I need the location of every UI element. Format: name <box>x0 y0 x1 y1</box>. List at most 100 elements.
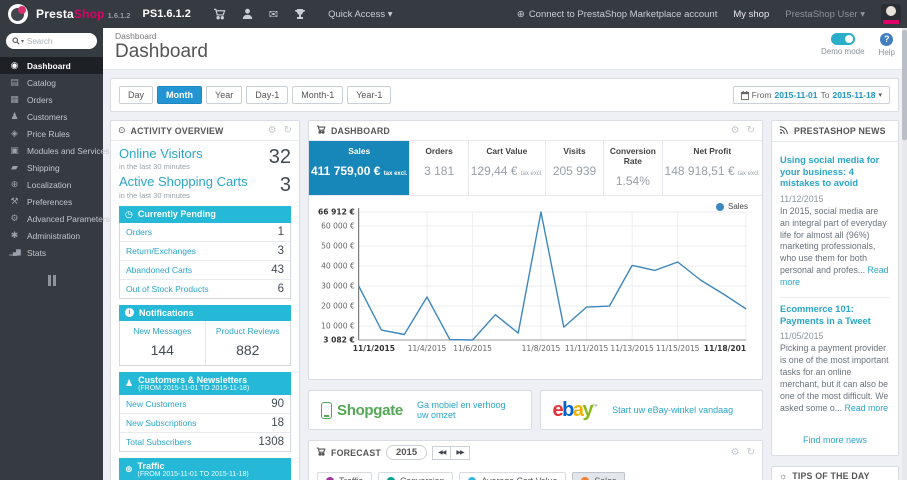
tags-icon: ◈ <box>11 128 18 138</box>
panel-settings-icon[interactable]: ⚙ <box>731 447 740 458</box>
panel-refresh-icon[interactable]: ↻ <box>747 447 755 458</box>
article-title[interactable]: Ecommerce 101: Payments in a Tweet <box>780 304 890 327</box>
sidebar-item-orders[interactable]: ▦ Orders <box>0 91 103 108</box>
kpi-tab-conversion-rate[interactable]: Conversion Rate 1.54% <box>604 141 663 195</box>
sidebar-item-localization[interactable]: ⊕ Localization <box>0 176 103 193</box>
sidebar-item-dashboard[interactable]: ◉ Dashboard <box>0 57 103 74</box>
sidebar: ▾ ◉Dashboard ▤Catalog ▦Orders ♟Customers… <box>0 28 110 480</box>
toggle-icon[interactable] <box>830 33 855 45</box>
find-more-news-link[interactable]: Find more news <box>772 429 898 455</box>
sidebar-item-modules[interactable]: ▣ Modules and Services <box>0 142 109 159</box>
kpi-tab-cart-value[interactable]: Cart Value 129,44 € tax excl. <box>469 141 546 195</box>
caret-down-icon: ▾ <box>878 92 882 99</box>
date-range-picker[interactable]: From 2015-11-01 To 2015-11-18 ▾ <box>732 86 890 104</box>
svg-text:30 000 €: 30 000 € <box>321 281 355 290</box>
legend-sales-button[interactable]: Sales <box>572 472 626 480</box>
forecast-year-pill[interactable]: 2015 <box>385 445 428 460</box>
svg-text:11/4/2015: 11/4/2015 <box>408 344 447 353</box>
panel-refresh-icon[interactable]: ↻ <box>747 125 755 136</box>
user-icon[interactable] <box>242 8 253 20</box>
cogs-icon: ⚙ <box>10 213 19 223</box>
modules-icon: ▣ <box>10 145 19 155</box>
user-avatar[interactable] <box>881 4 901 24</box>
traffic-header: ⊕ Traffic (FROM 2015-11-01 TO 2015-11-18) <box>119 457 291 480</box>
scrollbar-thumb[interactable] <box>902 30 907 140</box>
online-visitors-value: 32 <box>268 146 291 168</box>
sidebar-item-administration[interactable]: ✱ Administration <box>0 227 103 244</box>
sidebar-collapse-button[interactable] <box>45 275 59 286</box>
sidebar-item-stats[interactable]: ▁▄▇ Stats <box>0 244 103 261</box>
marketplace-connect-link[interactable]: ⊕ Connect to PrestaShop Marketplace accou… <box>517 9 718 20</box>
topbar: PrestaShop 1.6.1.2 PS1.6.1.2 ✉ Quick Acce… <box>0 0 907 28</box>
messages-icon[interactable]: ✉ <box>269 8 278 21</box>
filter-day-button[interactable]: Day <box>119 86 154 104</box>
search-scope-caret-icon[interactable]: ▾ <box>21 38 24 45</box>
panel-settings-icon[interactable]: ⚙ <box>731 125 740 136</box>
search-input[interactable] <box>27 36 91 46</box>
legend-conversion-button[interactable]: Conversion <box>377 472 454 480</box>
svg-text:11/6/2015: 11/6/2015 <box>453 344 492 353</box>
news-article: Ecommerce 101: Payments in a Tweet 11/05… <box>780 296 890 422</box>
kpi-tab-sales[interactable]: Sales 411 759,00 € tax excl. <box>309 141 411 195</box>
kpi-tab-net-profit[interactable]: Net Profit 148 918,51 € tax excl. <box>663 141 762 195</box>
shopgate-promo-link[interactable]: Ga mobiel en verhoog uw omzet <box>417 400 519 420</box>
filter-day-1-button[interactable]: Day-1 <box>246 86 289 104</box>
version-label: 1.6.1.2 <box>107 13 131 20</box>
trophy-icon[interactable] <box>294 8 306 20</box>
read-more-link[interactable]: Read more <box>845 403 889 413</box>
page-title: Dashboard <box>115 41 208 62</box>
globe-icon: ⊕ <box>125 463 133 474</box>
sidebar-search: ▾ <box>6 33 97 49</box>
svg-text:66 912 €: 66 912 € <box>318 207 355 216</box>
sidebar-item-advanced-parameters[interactable]: ⚙ Advanced Parameters <box>0 210 109 227</box>
my-shop-link[interactable]: My shop <box>733 9 769 20</box>
forecast-legend: Traffic Conversion Average Cart Value Sa… <box>309 464 762 480</box>
user-dropdown[interactable]: PrestaShop User ▾ <box>785 9 865 20</box>
table-row: Return/Exchanges 3 <box>120 242 290 261</box>
broadcast-icon <box>779 125 789 137</box>
svg-text:11/13/2015: 11/13/2015 <box>610 344 654 353</box>
filter-year-button[interactable]: Year <box>206 86 243 104</box>
quick-access-menu[interactable]: Quick Access ▾ <box>328 9 392 20</box>
sidebar-item-customers[interactable]: ♟ Customers <box>0 108 103 125</box>
table-row: New Customers 90 <box>120 395 290 414</box>
panel-settings-icon[interactable]: ⚙ <box>268 125 277 136</box>
help-button[interactable]: ? Help <box>879 33 895 57</box>
sidebar-item-catalog[interactable]: ▤ Catalog <box>0 74 103 91</box>
prestashop-logo[interactable] <box>8 4 28 24</box>
breadcrumb[interactable]: Dashboard <box>115 31 208 41</box>
product-reviews-cell: Product Reviews 882 <box>215 325 280 358</box>
prestashop-news-panel: PRESTASHOP NEWS Using social media for y… <box>771 120 899 457</box>
kpi-tabs: Sales 411 759,00 € tax excl. Orders 3 181 … <box>309 141 762 196</box>
article-title[interactable]: Using social media for your business: 4 … <box>780 155 890 190</box>
svg-text:11/11/2015: 11/11/2015 <box>565 344 609 353</box>
panel-refresh-icon[interactable]: ↻ <box>284 125 292 136</box>
next-year-button[interactable]: ▶▶ <box>450 445 470 460</box>
sidebar-item-price-rules[interactable]: ◈ Price Rules <box>0 125 103 142</box>
kpi-tab-orders[interactable]: Orders 3 181 <box>410 141 469 195</box>
demo-mode-toggle[interactable]: Demo mode <box>821 33 865 56</box>
svg-text:20 000 €: 20 000 € <box>321 302 355 311</box>
shopgate-logo: Shopgate <box>321 401 403 419</box>
shopgate-promo-card: Shopgate Ga mobiel en verhoog uw omzet <box>308 390 532 430</box>
filter-month-button[interactable]: Month <box>157 86 203 104</box>
article-excerpt: Picking a payment provider is one of the… <box>780 343 889 413</box>
sidebar-item-preferences[interactable]: ⚒ Preferences <box>0 193 103 210</box>
filter-month-1-button[interactable]: Month-1 <box>292 86 344 104</box>
chart-legend-sales[interactable]: Sales <box>715 202 748 211</box>
sidebar-item-shipping[interactable]: ▰ Shipping <box>0 159 103 176</box>
page-scrollbar[interactable] <box>902 28 907 480</box>
previous-year-button[interactable]: ◀◀ <box>432 445 451 460</box>
online-visitors-kpi: Online Visitors in the last 30 minutes 32 <box>119 146 291 172</box>
legend-traffic-button[interactable]: Traffic <box>317 472 372 480</box>
cart-icon[interactable] <box>213 8 226 20</box>
sales-line-chart: 66 912 € 60 000 € 50 000 € 40 000 € 30 000 €… <box>318 207 747 353</box>
legend-average-cart-value-button[interactable]: Average Cart Value <box>459 472 567 480</box>
table-row: New Subscriptions 18 <box>120 414 290 433</box>
svg-text:3 082 €: 3 082 € <box>323 335 354 344</box>
article-date: 11/05/2015 <box>780 331 824 342</box>
ebay-promo-link[interactable]: Start uw eBay-winkel vandaag <box>612 405 733 415</box>
kpi-tab-visits[interactable]: Visits 205 939 <box>546 141 605 195</box>
customers-table: New Customers 90 New Subscriptions 18 Tota… <box>119 394 291 452</box>
filter-year-1-button[interactable]: Year-1 <box>347 86 392 104</box>
